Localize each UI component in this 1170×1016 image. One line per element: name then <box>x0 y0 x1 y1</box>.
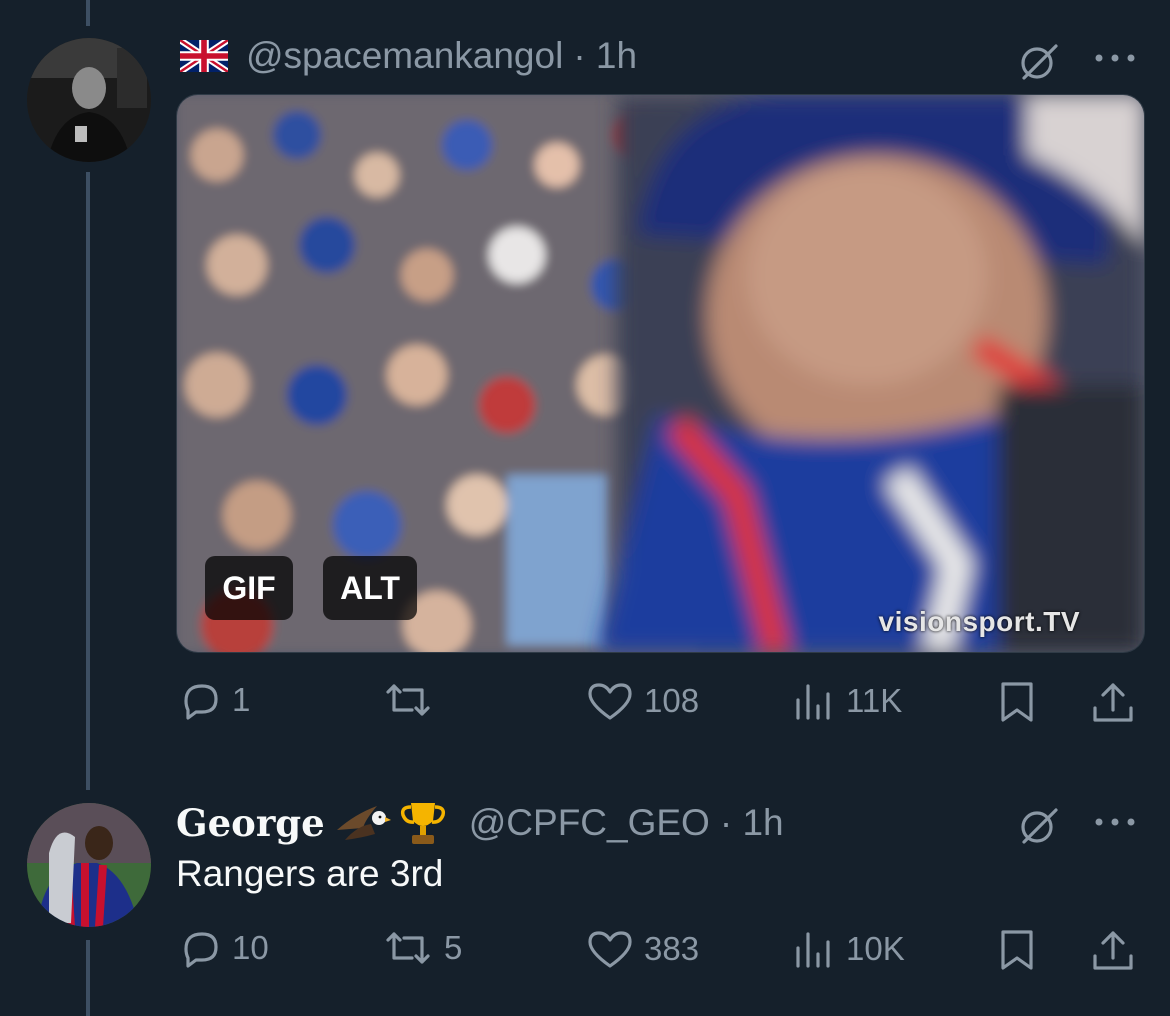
more-options-icon[interactable] <box>1093 48 1137 68</box>
share-button[interactable] <box>1090 680 1136 724</box>
reply-button[interactable]: 10 <box>178 928 269 968</box>
grok-icon[interactable] <box>1016 802 1062 848</box>
video-watermark: visionsport.TV <box>878 606 1080 637</box>
tweet-text: Rangers are 3rd <box>176 853 444 894</box>
like-button[interactable]: 108 <box>586 680 699 722</box>
reply-count: 1 <box>232 681 251 718</box>
gif-media[interactable]: visionsport.TV <box>176 94 1145 653</box>
tweet-header: George @CPFC_GEO · 1h <box>176 798 784 848</box>
reply-count: 10 <box>232 929 269 966</box>
bookmark-button[interactable] <box>998 680 1036 724</box>
avatar[interactable] <box>27 803 151 927</box>
thread-line-top <box>86 0 90 26</box>
more-options-icon[interactable] <box>1093 812 1137 832</box>
tweet-handle[interactable]: @CPFC_GEO <box>469 802 710 844</box>
views-button[interactable]: 10K <box>792 928 905 970</box>
tweet-header: @spacemankangol · 1h <box>178 34 637 78</box>
trophy-icon <box>397 799 449 847</box>
views-count: 10K <box>846 930 905 967</box>
retweet-button[interactable]: 5 <box>382 928 462 968</box>
bookmark-button[interactable] <box>998 928 1036 972</box>
like-count: 383 <box>644 930 700 967</box>
like-count: 108 <box>644 682 700 719</box>
views-count: 11K <box>846 682 903 719</box>
uk-flag-icon <box>178 37 230 75</box>
tweet-time[interactable]: · 1h <box>720 802 784 844</box>
eagle-icon <box>335 800 391 846</box>
views-button[interactable]: 11K <box>792 680 902 722</box>
thread-line-middle <box>86 172 90 790</box>
reply-button[interactable]: 1 <box>178 680 250 720</box>
thread-line-bottom <box>86 940 90 1016</box>
tweet-time[interactable]: · 1h <box>573 35 637 77</box>
gif-badge: GIF <box>205 556 293 620</box>
display-name[interactable]: George <box>176 801 325 845</box>
share-button[interactable] <box>1090 928 1136 972</box>
alt-badge[interactable]: ALT <box>323 556 417 620</box>
tweet-handle[interactable]: @spacemankangol <box>246 35 563 77</box>
retweet-button[interactable] <box>382 680 444 720</box>
like-button[interactable]: 383 <box>586 928 699 970</box>
avatar[interactable] <box>27 38 151 162</box>
retweet-count: 5 <box>444 929 463 966</box>
grok-icon[interactable] <box>1016 38 1062 84</box>
